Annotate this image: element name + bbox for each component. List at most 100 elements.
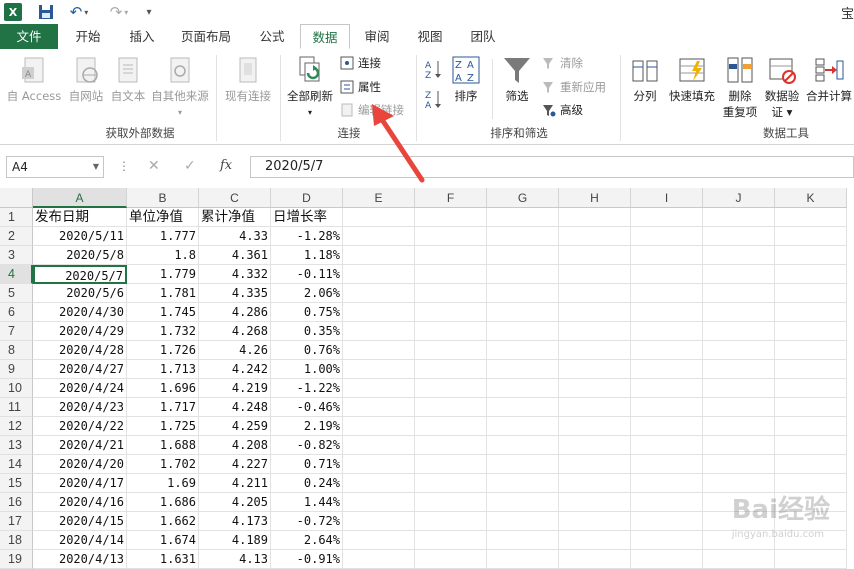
cell-f11[interactable] (415, 398, 487, 417)
cell-h12[interactable] (559, 417, 631, 436)
cell-i11[interactable] (631, 398, 703, 417)
column-header-a[interactable]: A (33, 188, 127, 208)
cell-b1[interactable]: 单位净值 (127, 208, 199, 227)
cell-h7[interactable] (559, 322, 631, 341)
cell-a13[interactable]: 2020/4/21 (33, 436, 127, 455)
cell-e12[interactable] (343, 417, 415, 436)
cell-i5[interactable] (631, 284, 703, 303)
cell-c16[interactable]: 4.205 (199, 493, 271, 512)
cell-d19[interactable]: -0.91% (271, 550, 343, 569)
cell-e19[interactable] (343, 550, 415, 569)
formula-input[interactable]: 2020/5/7 (250, 156, 854, 178)
cell-h4[interactable] (559, 265, 631, 284)
cell-d16[interactable]: 1.44% (271, 493, 343, 512)
cell-b10[interactable]: 1.696 (127, 379, 199, 398)
cell-c19[interactable]: 4.13 (199, 550, 271, 569)
cell-f12[interactable] (415, 417, 487, 436)
cell-e8[interactable] (343, 341, 415, 360)
cell-k5[interactable] (775, 284, 847, 303)
customize-quick-access-icon[interactable]: ▾ (142, 3, 156, 21)
cell-h17[interactable] (559, 512, 631, 531)
tab-page-layout[interactable]: 页面布局 (172, 24, 240, 49)
cell-j11[interactable] (703, 398, 775, 417)
cell-e9[interactable] (343, 360, 415, 379)
cell-c11[interactable]: 4.248 (199, 398, 271, 417)
cell-i4[interactable] (631, 265, 703, 284)
cell-a3[interactable]: 2020/5/8 (33, 246, 127, 265)
cell-f15[interactable] (415, 474, 487, 493)
cell-b11[interactable]: 1.717 (127, 398, 199, 417)
tab-home[interactable]: 开始 (62, 24, 114, 49)
cell-g17[interactable] (487, 512, 559, 531)
cell-c9[interactable]: 4.242 (199, 360, 271, 379)
cell-c10[interactable]: 4.219 (199, 379, 271, 398)
cell-a11[interactable]: 2020/4/23 (33, 398, 127, 417)
cancel-icon[interactable]: ✕ (148, 158, 160, 174)
cell-a12[interactable]: 2020/4/22 (33, 417, 127, 436)
cell-c2[interactable]: 4.33 (199, 227, 271, 246)
cell-d9[interactable]: 1.00% (271, 360, 343, 379)
cell-c13[interactable]: 4.208 (199, 436, 271, 455)
cell-e17[interactable] (343, 512, 415, 531)
column-header-e[interactable]: E (343, 188, 415, 208)
row-header-19[interactable]: 19 (0, 550, 33, 569)
cell-g3[interactable] (487, 246, 559, 265)
redo-icon[interactable]: ↷ ▾ (106, 3, 132, 21)
row-header-5[interactable]: 5 (0, 284, 33, 303)
cell-g6[interactable] (487, 303, 559, 322)
cell-d10[interactable]: -1.22% (271, 379, 343, 398)
cell-d4[interactable]: -0.11% (271, 265, 343, 284)
cell-e13[interactable] (343, 436, 415, 455)
cell-i7[interactable] (631, 322, 703, 341)
cell-g18[interactable] (487, 531, 559, 550)
row-header-11[interactable]: 11 (0, 398, 33, 417)
cell-f7[interactable] (415, 322, 487, 341)
cell-f1[interactable] (415, 208, 487, 227)
cell-c17[interactable]: 4.173 (199, 512, 271, 531)
cell-j7[interactable] (703, 322, 775, 341)
cell-j5[interactable] (703, 284, 775, 303)
cell-f3[interactable] (415, 246, 487, 265)
cell-j2[interactable] (703, 227, 775, 246)
cell-i8[interactable] (631, 341, 703, 360)
cell-e11[interactable] (343, 398, 415, 417)
cell-k19[interactable] (775, 550, 847, 569)
cell-j13[interactable] (703, 436, 775, 455)
tab-review[interactable]: 审阅 (352, 24, 402, 49)
cell-f4[interactable] (415, 265, 487, 284)
cell-i16[interactable] (631, 493, 703, 512)
row-header-1[interactable]: 1 (0, 208, 33, 227)
cell-f10[interactable] (415, 379, 487, 398)
reapply-button[interactable]: 重新应用 (542, 77, 606, 97)
cell-c14[interactable]: 4.227 (199, 455, 271, 474)
cell-i15[interactable] (631, 474, 703, 493)
cell-b16[interactable]: 1.686 (127, 493, 199, 512)
from-web-button[interactable]: 自网站 (64, 55, 108, 104)
data-validation-button[interactable]: 数据验证 ▾ (762, 55, 802, 120)
cell-a1[interactable]: 发布日期 (33, 208, 127, 227)
cell-c6[interactable]: 4.286 (199, 303, 271, 322)
column-header-g[interactable]: G (487, 188, 559, 208)
cell-c18[interactable]: 4.189 (199, 531, 271, 550)
text-to-columns-button[interactable]: 分列 (626, 55, 664, 104)
cell-e5[interactable] (343, 284, 415, 303)
cell-g15[interactable] (487, 474, 559, 493)
cell-h6[interactable] (559, 303, 631, 322)
existing-connections-button[interactable]: 现有连接 (220, 55, 276, 104)
formula-bar-resize-icon[interactable]: ⋮ (118, 159, 130, 173)
cell-b3[interactable]: 1.8 (127, 246, 199, 265)
insert-function-icon[interactable]: fx (220, 158, 232, 173)
cell-g14[interactable] (487, 455, 559, 474)
cell-b13[interactable]: 1.688 (127, 436, 199, 455)
cell-f2[interactable] (415, 227, 487, 246)
cell-d15[interactable]: 0.24% (271, 474, 343, 493)
cell-d17[interactable]: -0.72% (271, 512, 343, 531)
cell-h15[interactable] (559, 474, 631, 493)
cell-c12[interactable]: 4.259 (199, 417, 271, 436)
row-header-15[interactable]: 15 (0, 474, 33, 493)
cell-c3[interactable]: 4.361 (199, 246, 271, 265)
cell-d18[interactable]: 2.64% (271, 531, 343, 550)
name-box[interactable]: A4 ▼ (6, 156, 104, 178)
cell-j8[interactable] (703, 341, 775, 360)
cell-d2[interactable]: -1.28% (271, 227, 343, 246)
